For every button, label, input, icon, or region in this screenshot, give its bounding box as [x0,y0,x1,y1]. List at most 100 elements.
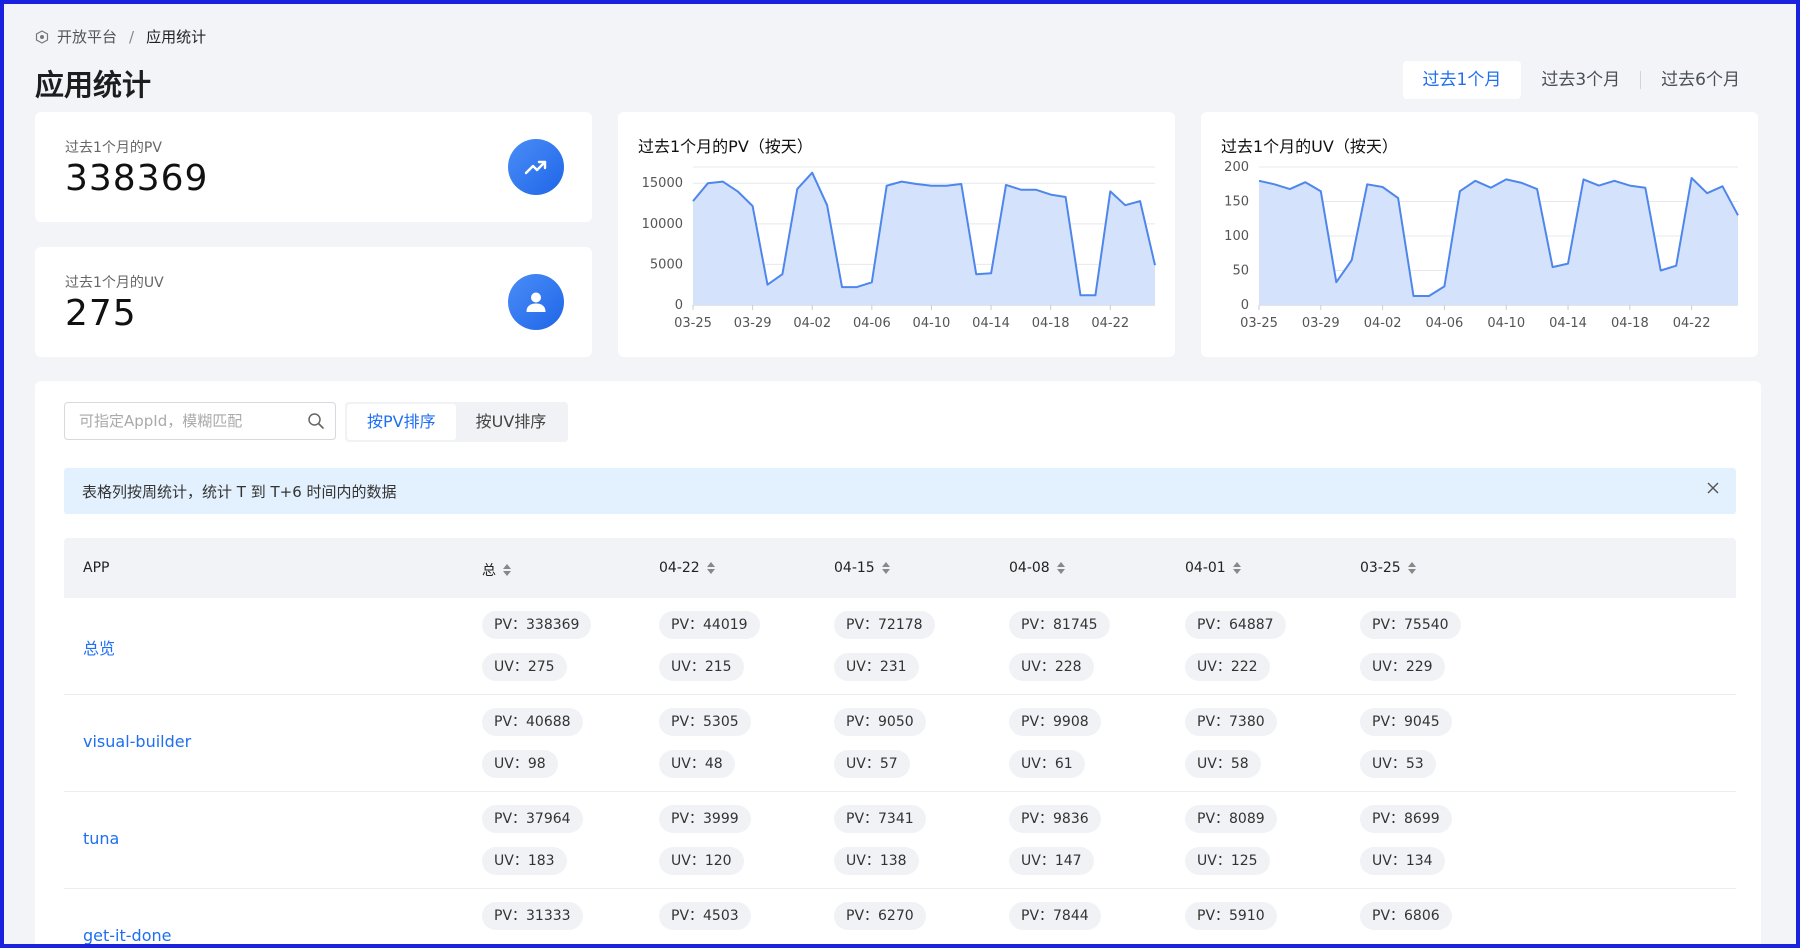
app-name-link[interactable]: get-it-done [83,926,171,944]
uv-value-pill: UV：120 [659,847,744,875]
uv-value-pill: UV：57 [834,750,910,778]
pv-value-pill: PV：7844 [1009,902,1101,930]
uv-value-pill: UV：231 [834,653,919,681]
y-tick-label: 0 [675,298,683,313]
x-tick-label: 03-29 [1302,316,1340,331]
uv-stat-label: 过去1个月的UV [65,275,164,291]
column-header[interactable]: 总 [482,560,512,580]
pv-value-pill: PV：5910 [1185,902,1277,930]
table-row: get-it-done PV：31333 PV：4503 PV：6270 PV：7844… [64,889,1736,944]
uv-daily-chart: 0 50 100 150 200 03-25 03-29 04-02 04-06 04-10 04-… [1224,160,1739,331]
table-row: visual-builder PV：40688 PV：5305 PV：9050 PV：9… [64,695,1736,792]
sort-arrows-icon[interactable] [706,560,716,576]
breadcrumb-current: 应用统计 [146,28,207,46]
pv-value-pill: PV：6270 [834,902,926,930]
pv-value-pill: PV：7380 [1185,708,1277,736]
sort-arrows-icon[interactable] [502,562,512,578]
uv-stat-card: 过去1个月的UV 275 [35,247,592,357]
uv-value-pill: UV：183 [482,847,567,875]
column-header[interactable]: 04-22 [659,560,716,576]
app-search-box [64,402,336,440]
pv-value-pill: PV：4503 [659,902,751,930]
pv-chart-card: 过去1个月的PV（按天） 0 5000 10000 15000 03-25 03-29 04… [618,112,1175,357]
breadcrumb: 开放平台 / 应用统计 [35,26,206,47]
pv-value-pill: PV：37964 [482,805,583,833]
pv-value-pill: PV：40688 [482,708,583,736]
pv-value-pill: PV：9836 [1009,805,1101,833]
x-tick-label: 03-25 [674,316,712,331]
app-name-link[interactable]: visual-builder [83,732,191,751]
uv-value-pill: UV：61 [1009,750,1085,778]
column-header-label: 04-08 [1009,560,1050,576]
breadcrumb-separator: / [129,27,135,46]
sort-by-uv-button[interactable]: 按UV排序 [456,404,567,440]
column-header[interactable]: 04-01 [1185,560,1242,576]
page-title: 应用统计 [35,68,152,102]
pv-value-pill: PV：7341 [834,805,926,833]
x-tick-label: 04-18 [1611,316,1649,331]
sort-arrows-icon[interactable] [1407,560,1417,576]
sort-toggle: 按PV排序 按UV排序 [345,402,569,442]
column-header-label: 总 [482,563,496,579]
tab-past-3-months[interactable]: 过去3个月 [1521,61,1640,99]
table-body: 总览 PV：338369 PV：44019 PV：72178 PV：81745 PV：64… [64,598,1736,944]
y-tick-label: 200 [1224,160,1249,175]
tab-past-6-months[interactable]: 过去6个月 [1641,61,1760,99]
pv-value-pill: PV：31333 [482,902,583,930]
column-header[interactable]: 04-15 [834,560,891,576]
uv-value-pill: UV：228 [1009,653,1094,681]
sort-by-pv-button[interactable]: 按PV排序 [347,404,456,440]
y-tick-label: 150 [1224,195,1249,210]
app-name-link[interactable]: tuna [83,829,119,848]
x-tick-label: 04-22 [1673,316,1711,331]
uv-value-pill: UV：222 [1185,653,1270,681]
column-header-label: 04-01 [1185,560,1226,576]
app-stats-panel: 按PV排序 按UV排序 表格列按周统计，统计 T 到 T+6 时间内的数据 AP… [35,381,1761,944]
pv-value-pill: PV：3999 [659,805,751,833]
uv-value-pill: UV：98 [482,750,558,778]
pv-value-pill: PV：81745 [1009,611,1110,639]
app-name-link[interactable]: 总览 [83,635,115,659]
table-header: APP 总 04-22 04-15 04-08 04-01 03-25 [64,538,1736,598]
pv-stat-value: 338369 [65,158,209,199]
x-tick-label: 04-18 [1032,316,1070,331]
area-fill [1259,178,1738,305]
breadcrumb-root[interactable]: 开放平台 [57,26,117,47]
pv-value-pill: PV：6806 [1360,902,1452,930]
pv-value-pill: PV：44019 [659,611,760,639]
info-notice: 表格列按周统计，统计 T 到 T+6 时间内的数据 [64,468,1736,514]
sort-arrows-icon[interactable] [1232,560,1242,576]
y-tick-label: 0 [1241,298,1249,313]
trend-up-icon [508,139,564,195]
column-header-label: 04-22 [659,560,700,576]
uv-value-pill: UV：48 [659,750,735,778]
pv-value-pill: PV：9045 [1360,708,1452,736]
sort-arrows-icon[interactable] [1056,560,1066,576]
app-stats-table: APP 总 04-22 04-15 04-08 04-01 03-25 总览 PV：33836… [64,538,1736,944]
x-tick-label: 03-25 [1240,316,1278,331]
pv-stat-card: 过去1个月的PV 338369 [35,112,592,222]
area-fill [693,172,1155,305]
x-tick-label: 04-10 [1487,316,1525,331]
uv-value-pill: UV：125 [1185,847,1270,875]
uv-chart-card: 过去1个月的UV（按天） 0 50 100 150 200 03-25 03-29 04-02… [1201,112,1758,357]
search-icon[interactable] [307,412,325,430]
pv-value-pill: PV：8089 [1185,805,1277,833]
y-tick-label: 50 [1232,264,1249,279]
close-icon[interactable] [1706,481,1720,495]
table-row: tuna PV：37964 PV：3999 PV：7341 PV：9836 PV：8089… [64,792,1736,889]
user-icon [508,274,564,330]
uv-value-pill: UV：53 [1360,750,1436,778]
x-tick-label: 04-14 [972,316,1010,331]
uv-value-pill: UV：134 [1360,847,1445,875]
sort-arrows-icon[interactable] [881,560,891,576]
uv-value-pill: UV：147 [1009,847,1094,875]
column-header[interactable]: 03-25 [1360,560,1417,576]
x-tick-label: 04-06 [853,316,891,331]
column-header[interactable]: 04-08 [1009,560,1066,576]
pv-value-pill: PV：72178 [834,611,935,639]
app-search-input[interactable] [65,411,301,431]
tab-past-1-month[interactable]: 过去1个月 [1402,61,1522,99]
y-tick-label: 10000 [642,217,683,232]
pv-value-pill: PV：9908 [1009,708,1101,736]
